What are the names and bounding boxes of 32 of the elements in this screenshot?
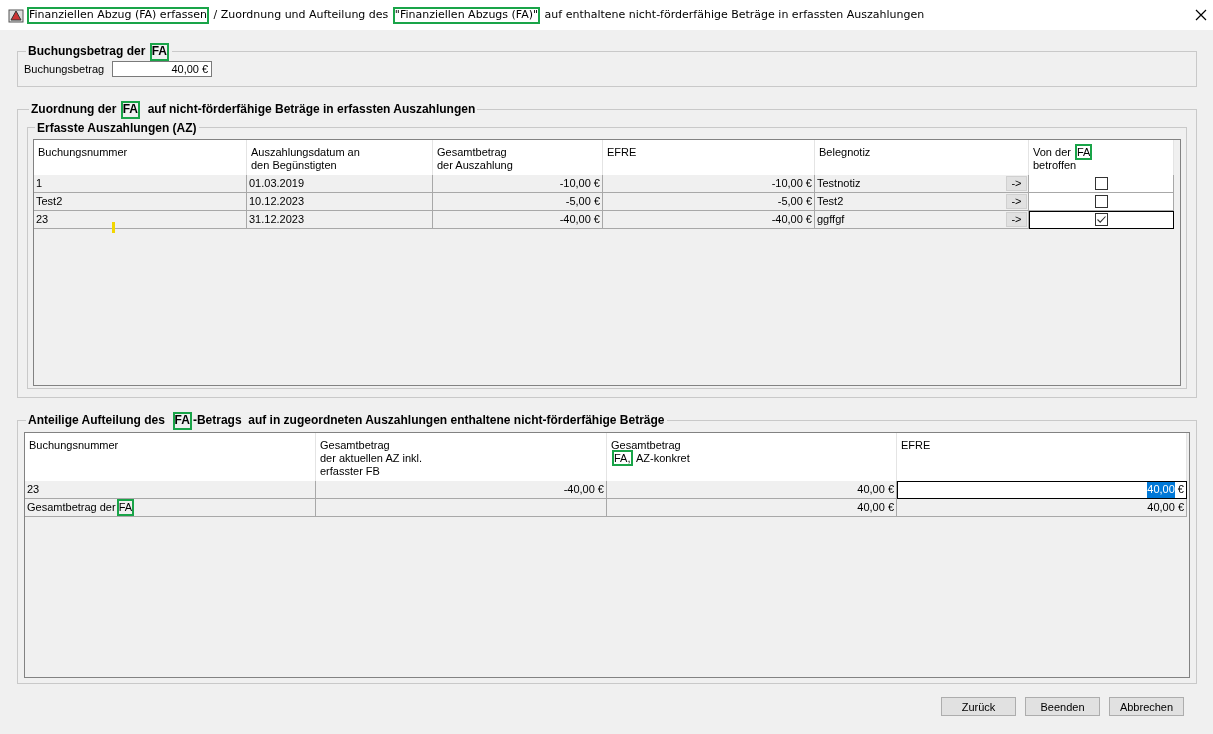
dialog-button[interactable]: Beenden	[1025, 697, 1100, 716]
app-icon	[8, 7, 24, 23]
checkbox[interactable]	[1094, 194, 1108, 208]
open-button[interactable]: ->	[1006, 175, 1027, 191]
window-title: Finanziellen Abzug (FA) erfassen / Zuordnung und Aufteilung des "Finanziellen Abzugs (FA)" auf enthaltene nicht-förderfähige Beträge in erfassten Auszahlungen	[28, 8, 926, 22]
column-header: Buchungsnummer	[25, 432, 316, 481]
group-title: Buchungsbetrag der FA	[28, 44, 171, 58]
open-button[interactable]: ->	[1006, 211, 1027, 227]
column-header: Buchungsnummer	[34, 139, 247, 175]
close-icon[interactable]	[1195, 9, 1207, 21]
group-title: Zuordnung der FA auf nicht-förderfähige Beträge in erfassten Auszahlungen	[31, 102, 476, 116]
checkbox[interactable]	[1094, 212, 1108, 226]
column-header: Auszahlungsdatum an den Begünstigten	[247, 139, 433, 175]
checkbox[interactable]	[1094, 176, 1108, 190]
group-title: Anteilige Aufteilung des FA -Betrags auf in zugeordneten Auszahlungen enthaltene nicht-förderfähige Beträge	[28, 413, 665, 427]
open-button[interactable]: ->	[1006, 193, 1027, 209]
dialog-button[interactable]: Zurück	[941, 697, 1016, 716]
amount-field[interactable]: 40,00 €	[112, 60, 213, 77]
column-header: Gesamtbetrag FA, AZ-konkret	[607, 432, 897, 481]
column-header: EFRE	[603, 139, 815, 175]
cursor-mark	[112, 221, 115, 233]
column-header: Gesamtbetrag der Auszahlung	[433, 139, 603, 175]
column-header: Gesamtbetrag der aktuellen AZ inkl. erfasster FB	[316, 432, 607, 481]
table-cell-text: Test2	[817, 193, 844, 209]
column-header: EFRE	[897, 432, 1187, 481]
field-label: Buchungsbetrag	[24, 62, 105, 75]
table-cell-text: Testnotiz	[817, 175, 861, 191]
dialog-button[interactable]: Abbrechen	[1109, 697, 1184, 716]
column-header: Belegnotiz	[815, 139, 1029, 175]
table-cell-text: ggffgf	[817, 211, 845, 227]
group-title: Erfasste Auszahlungen (AZ)	[37, 120, 197, 135]
column-header: Von der FA betroffen	[1029, 139, 1174, 175]
